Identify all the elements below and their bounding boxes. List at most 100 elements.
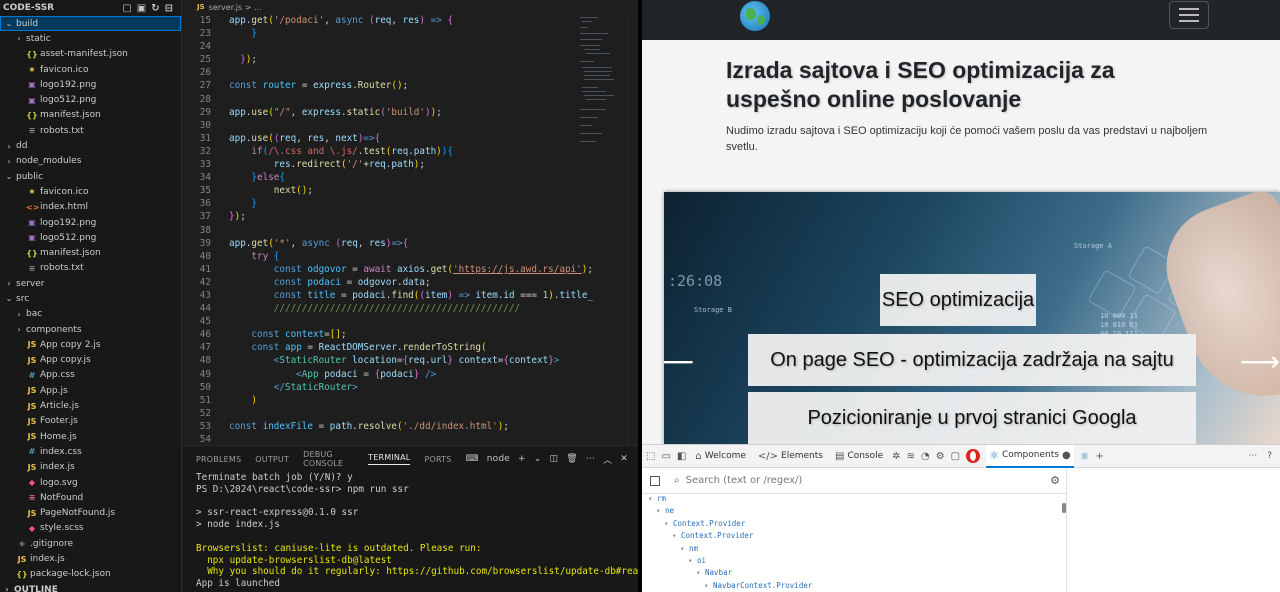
- tree-item[interactable]: {} package-lock.json: [0, 567, 181, 582]
- component-tree-scrollbar[interactable]: [1062, 503, 1066, 513]
- minimap[interactable]: [578, 15, 628, 155]
- tree-item[interactable]: ◈ .gitignore: [0, 536, 181, 551]
- code-line[interactable]: 37});: [183, 211, 578, 224]
- component-tree-item[interactable]: ▾ ne: [648, 506, 1280, 518]
- performance-icon[interactable]: ◔: [921, 451, 930, 462]
- code-line[interactable]: 38: [183, 225, 578, 238]
- bug-icon[interactable]: ✲: [892, 451, 900, 462]
- application-icon[interactable]: ▢: [951, 451, 960, 462]
- tree-item[interactable]: JS Article.js: [0, 398, 181, 413]
- code-line[interactable]: 24: [183, 41, 578, 54]
- tree-item[interactable]: › server: [0, 276, 181, 291]
- code-line[interactable]: 44 /////////////////////////////////////…: [183, 303, 578, 316]
- breadcrumb-path[interactable]: server.js > ...: [209, 3, 262, 12]
- more-options-icon[interactable]: ⋯: [1248, 451, 1257, 461]
- tab-output[interactable]: OUTPUT: [255, 455, 289, 464]
- split-terminal-icon[interactable]: ◫: [549, 454, 558, 464]
- code-editor[interactable]: JS server.js > ... 15 app.get('/podaci', …: [183, 0, 638, 445]
- expand-triangle-icon[interactable]: ▾: [704, 581, 713, 590]
- globe-logo-icon[interactable]: [740, 1, 770, 31]
- code-line[interactable]: 34 }else{: [183, 172, 578, 185]
- devtools-split[interactable]: [1066, 469, 1067, 592]
- tree-item[interactable]: › bac: [0, 307, 181, 322]
- tree-item[interactable]: {} manifest.json: [0, 108, 181, 123]
- code-line[interactable]: 41 const odgovor = await axios.get('http…: [183, 264, 593, 277]
- dock-icon[interactable]: ◧: [677, 451, 686, 462]
- component-tree-item[interactable]: ▾ Context.Provider: [648, 531, 1280, 543]
- code-line[interactable]: 51 ): [183, 395, 578, 408]
- expand-triangle-icon[interactable]: ▾: [696, 568, 705, 577]
- chevron-down-icon[interactable]: ⌄: [534, 454, 542, 464]
- code-line[interactable]: 28: [183, 94, 578, 107]
- maximize-panel-icon[interactable]: ︿: [603, 453, 612, 466]
- new-terminal-icon[interactable]: +: [518, 454, 526, 464]
- tree-item[interactable]: <> index.html: [0, 200, 181, 215]
- tree-item[interactable]: JS Home.js: [0, 429, 181, 444]
- opera-icon[interactable]: [966, 449, 981, 463]
- code-line[interactable]: 25 });: [183, 54, 578, 67]
- tree-item[interactable]: JS App copy 2.js: [0, 337, 181, 352]
- new-file-icon[interactable]: ▢: [122, 3, 131, 14]
- editor-scrollbar[interactable]: [628, 15, 636, 445]
- tree-item[interactable]: ▣ logo512.png: [0, 92, 181, 107]
- tree-item[interactable]: ▣ logo192.png: [0, 215, 181, 230]
- tree-item[interactable]: {} asset-manifest.json: [0, 47, 181, 62]
- tab-components[interactable]: ⚛ Components ●: [986, 444, 1074, 468]
- tree-item[interactable]: # index.css: [0, 444, 181, 459]
- tree-item[interactable]: ▣ logo512.png: [0, 230, 181, 245]
- gear-icon[interactable]: ⚙: [936, 451, 945, 462]
- tab-elements[interactable]: </> Elements: [755, 445, 826, 468]
- code-line[interactable]: 32 if(/\.css and \.js/.test(req.path)){: [183, 146, 578, 159]
- tree-item[interactable]: JS index.js: [0, 460, 181, 475]
- code-line[interactable]: 53 const indexFile = path.resolve('./dd/i…: [183, 421, 578, 434]
- react-profiler-icon[interactable]: ⚛: [1080, 450, 1090, 463]
- code-lines[interactable]: 15 app.get('/podaci', async (req, res) =>…: [183, 15, 593, 445]
- tree-item[interactable]: ≡ robots.txt: [0, 123, 181, 138]
- code-line[interactable]: 15 app.get('/podaci', async (req, res) =>…: [183, 15, 578, 28]
- code-line[interactable]: 47 const app = ReactDOMServer.renderToSt…: [183, 342, 578, 355]
- tree-item[interactable]: ▣ logo192.png: [0, 77, 181, 92]
- terminal-output[interactable]: Terminate batch job (Y/N)? y PS D:\2024\r…: [183, 472, 655, 590]
- trash-icon[interactable]: 🗑: [566, 454, 578, 464]
- code-line[interactable]: 42 const podaci = odgovor.data;: [183, 277, 578, 290]
- add-tab-icon[interactable]: +: [1096, 451, 1104, 462]
- component-tree-item[interactable]: ▾ Context.Provider: [648, 519, 1280, 531]
- code-line[interactable]: 36 }: [183, 198, 578, 211]
- tab-ports[interactable]: PORTS: [424, 455, 451, 464]
- carousel-prev-arrow-icon[interactable]: ⟵: [664, 348, 694, 376]
- component-tree-item[interactable]: ▾ nm: [648, 544, 1280, 556]
- component-tree-item[interactable]: ▾ NavbarContext.Provider: [648, 581, 1280, 592]
- code-line[interactable]: 52: [183, 408, 578, 421]
- tree-item[interactable]: › components: [0, 322, 181, 337]
- tree-item[interactable]: JS index.js: [0, 551, 181, 566]
- collapse-all-icon[interactable]: ⊟: [165, 3, 173, 14]
- code-line[interactable]: 50 </StaticRouter>: [183, 382, 578, 395]
- search-input[interactable]: Search (text or /regex/): [686, 475, 803, 486]
- component-tree-item[interactable]: ▾ oi: [648, 556, 1280, 568]
- tree-item[interactable]: # App.css: [0, 368, 181, 383]
- code-line[interactable]: 45: [183, 316, 578, 329]
- tree-item[interactable]: ⌄ src: [0, 291, 181, 306]
- component-tree-item[interactable]: ▾ rm: [648, 494, 1280, 506]
- hero-carousel[interactable]: Storage A Storage B 10 000 11 10 010 01 …: [664, 192, 1280, 444]
- tab-console[interactable]: ▤ Console: [832, 445, 886, 468]
- close-tab-icon[interactable]: ●: [1062, 450, 1071, 461]
- refresh-icon[interactable]: ↻: [151, 3, 159, 14]
- expand-triangle-icon[interactable]: ▾: [672, 531, 681, 540]
- tab-terminal[interactable]: TERMINAL: [368, 453, 411, 465]
- tree-item[interactable]: JS Footer.js: [0, 414, 181, 429]
- expand-triangle-icon[interactable]: ▾: [680, 544, 689, 553]
- tree-item[interactable]: › node_modules: [0, 154, 181, 169]
- tree-item[interactable]: › static: [0, 31, 181, 46]
- code-line[interactable]: 39 app.get('*', async (req, res)=>{: [183, 238, 578, 251]
- outline-section[interactable]: › OUTLINE: [0, 582, 181, 592]
- tree-item[interactable]: ★ favicon.ico: [0, 62, 181, 77]
- tab-welcome[interactable]: ⌂ Welcome: [692, 445, 749, 468]
- expand-triangle-icon[interactable]: ▾: [688, 556, 697, 565]
- code-line[interactable]: 54: [183, 434, 578, 445]
- tree-item[interactable]: ★ favicon.ico: [0, 184, 181, 199]
- inspect-element-icon[interactable]: ⬚: [646, 451, 655, 462]
- more-icon[interactable]: ⋯: [586, 454, 595, 464]
- code-line[interactable]: 43 const title = podaci.find((item) => i…: [183, 290, 593, 303]
- code-line[interactable]: 33 res.redirect('/'+req.path);: [183, 159, 578, 172]
